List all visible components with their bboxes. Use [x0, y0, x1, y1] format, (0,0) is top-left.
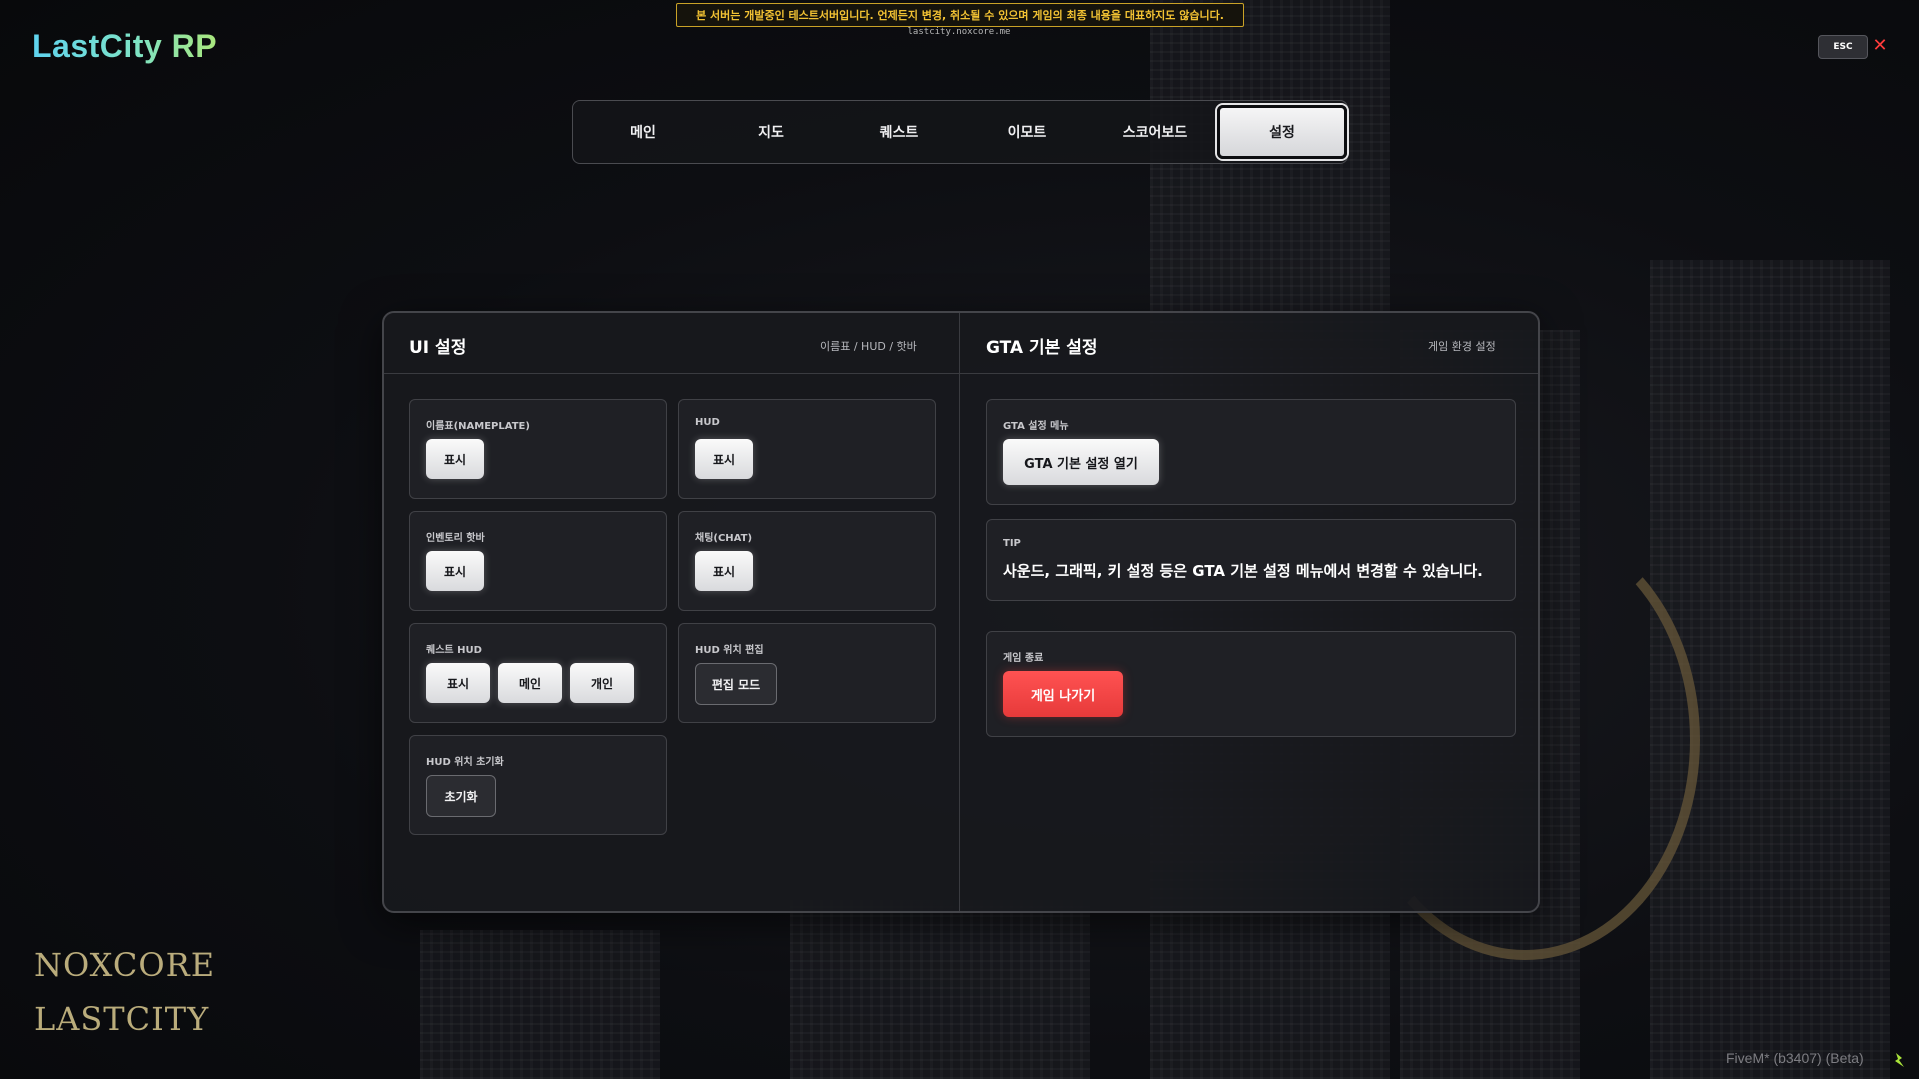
- quest-hud-show-button[interactable]: 표시: [426, 663, 490, 703]
- brand-noxcore: NOXCORE: [34, 946, 216, 984]
- nameplate-label: 이름표(NAMEPLATE): [426, 421, 530, 432]
- nameplate-card: 이름표(NAMEPLATE) 표시: [409, 399, 667, 499]
- hud-position-edit-label: HUD 위치 편집: [695, 645, 764, 656]
- client-version-text: FiveM* (b3407) (Beta): [1726, 1050, 1864, 1066]
- ui-settings-title: UI 설정: [409, 338, 467, 358]
- tab-emote[interactable]: 이모트: [965, 107, 1089, 157]
- tab-map[interactable]: 지도: [709, 107, 833, 157]
- chat-label: 채팅(CHAT): [695, 533, 753, 544]
- hotbar-label: 인벤토리 핫바: [426, 533, 485, 544]
- edit-mode-button[interactable]: 편집 모드: [695, 663, 777, 705]
- chat-toggle-button[interactable]: 표시: [695, 551, 753, 591]
- open-gta-settings-button[interactable]: GTA 기본 설정 열기: [1003, 439, 1159, 485]
- esc-button[interactable]: ESC: [1818, 35, 1868, 59]
- brand-lastcity: LASTCITY: [34, 1000, 210, 1038]
- tip-text: 사운드, 그래픽, 키 설정 등은 GTA 기본 설정 메뉴에서 변경할 수 있…: [1003, 562, 1483, 580]
- background-building: [790, 900, 1090, 1079]
- hud-position-edit-card: HUD 위치 편집 편집 모드: [678, 623, 936, 723]
- quest-hud-main-button[interactable]: 메인: [498, 663, 562, 703]
- hud-card: HUD 표시: [678, 399, 936, 499]
- exit-game-label: 게임 종료: [1003, 653, 1044, 664]
- settings-panel: UI 설정 이름표 / HUD / 핫바 이름표(NAMEPLATE) 표시 H…: [382, 311, 1540, 913]
- panel-divider: [959, 313, 960, 911]
- hud-toggle-button[interactable]: 표시: [695, 439, 753, 479]
- gta-menu-label: GTA 설정 메뉴: [1003, 421, 1069, 432]
- fivem-icon: [1892, 1052, 1906, 1068]
- tab-main[interactable]: 메인: [581, 107, 705, 157]
- tab-scoreboard[interactable]: 스코어보드: [1093, 107, 1217, 157]
- header-divider: [384, 373, 1538, 374]
- quest-hud-label: 퀘스트 HUD: [426, 645, 482, 656]
- game-overlay: 본 서버는 개발중인 테스트서버입니다. 언제든지 변경, 취소될 수 있으며 …: [0, 0, 1919, 1079]
- hotbar-card: 인벤토리 핫바 표시: [409, 511, 667, 611]
- close-icon[interactable]: ✕: [1871, 36, 1889, 56]
- dev-server-notice: 본 서버는 개발중인 테스트서버입니다. 언제든지 변경, 취소될 수 있으며 …: [676, 3, 1244, 27]
- chat-card: 채팅(CHAT) 표시: [678, 511, 936, 611]
- gta-settings-title: GTA 기본 설정: [986, 338, 1098, 358]
- quest-hud-personal-button[interactable]: 개인: [570, 663, 634, 703]
- tab-settings[interactable]: 설정: [1217, 105, 1347, 159]
- ui-settings-subtitle: 이름표 / HUD / 핫바: [820, 340, 917, 353]
- nameplate-toggle-button[interactable]: 표시: [426, 439, 484, 479]
- hud-position-reset-label: HUD 위치 초기화: [426, 757, 504, 768]
- background-building: [420, 930, 660, 1079]
- hud-label: HUD: [695, 417, 720, 428]
- exit-game-button[interactable]: 게임 나가기: [1003, 671, 1123, 717]
- app-logo: LastCity RP: [32, 28, 218, 64]
- hud-position-reset-card: HUD 위치 초기화 초기화: [409, 735, 667, 835]
- gta-menu-card: GTA 설정 메뉴 GTA 기본 설정 열기: [986, 399, 1516, 505]
- hotbar-toggle-button[interactable]: 표시: [426, 551, 484, 591]
- exit-game-card: 게임 종료 게임 나가기: [986, 631, 1516, 737]
- gta-settings-subtitle: 게임 환경 설정: [1428, 340, 1496, 353]
- tip-card: TIP 사운드, 그래픽, 키 설정 등은 GTA 기본 설정 메뉴에서 변경할…: [986, 519, 1516, 601]
- tab-quest[interactable]: 퀘스트: [837, 107, 961, 157]
- dev-server-notice-text: 본 서버는 개발중인 테스트서버입니다. 언제든지 변경, 취소될 수 있으며 …: [696, 9, 1224, 22]
- tip-label: TIP: [1003, 538, 1021, 549]
- reset-button[interactable]: 초기화: [426, 775, 496, 817]
- quest-hud-card: 퀘스트 HUD 표시 메인 개인: [409, 623, 667, 723]
- server-url: lastcity.noxcore.me: [907, 27, 1011, 37]
- main-tab-bar: 메인 지도 퀘스트 이모트 스코어보드 설정: [572, 100, 1348, 164]
